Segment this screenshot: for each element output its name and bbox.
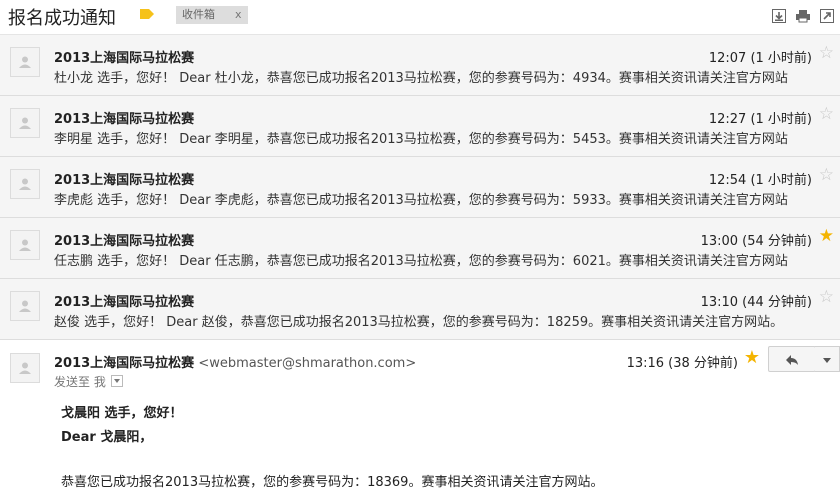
inbox-label-chip: 收件箱 x bbox=[176, 6, 248, 24]
message-sender: 2013上海国际马拉松赛 bbox=[54, 234, 195, 249]
message-snippet: 李虎彪 选手，您好！ Dear 李虎彪，恭喜您已成功报名2013马拉松赛，您的参… bbox=[54, 193, 788, 208]
avatar bbox=[10, 47, 40, 77]
message-sender: 2013上海国际马拉松赛 bbox=[54, 295, 195, 310]
message-sender: 2013上海国际马拉松赛 bbox=[54, 112, 195, 127]
message-time: 13:16 (38 分钟前) bbox=[626, 356, 738, 371]
avatar bbox=[10, 169, 40, 199]
star-icon[interactable]: ☆ bbox=[819, 167, 834, 184]
star-icon[interactable]: ☆ bbox=[819, 106, 834, 123]
body-dear: Dear 戈晨阳， bbox=[61, 430, 153, 445]
more-actions-button[interactable] bbox=[815, 346, 840, 372]
header-actions bbox=[772, 8, 834, 23]
avatar bbox=[10, 353, 40, 383]
message-snippet: 赵俊 选手，您好！ Dear 赵俊，恭喜您已成功报名2013马拉松赛，您的参赛号… bbox=[54, 315, 784, 330]
star-icon[interactable]: ★ bbox=[744, 349, 760, 367]
collapsed-message[interactable]: 2013上海国际马拉松赛 13:10 (44 分钟前) ☆ 赵俊 选手，您好！ … bbox=[0, 279, 840, 340]
sender-email: <webmaster@shmarathon.com> bbox=[198, 356, 417, 371]
message-time: 12:54 (1 小时前) bbox=[708, 173, 812, 188]
message-thread: 2013上海国际马拉松赛 12:07 (1 小时前) ☆ 杜小龙 选手，您好！ … bbox=[0, 35, 840, 340]
body-text: 恭喜您已成功报名2013马拉松赛，您的参赛号码为：18369。赛事相关资讯请关注… bbox=[61, 475, 604, 490]
sender-line: 2013上海国际马拉松赛 <webmaster@shmarathon.com> bbox=[54, 352, 416, 371]
collapsed-message[interactable]: 2013上海国际马拉松赛 12:07 (1 小时前) ☆ 杜小龙 选手，您好！ … bbox=[0, 35, 840, 96]
recipient-text: 发送至 我 bbox=[54, 375, 106, 389]
message-snippet: 任志鹏 选手，您好！ Dear 任志鹏，恭喜您已成功报名2013马拉松赛，您的参… bbox=[54, 254, 788, 269]
conversation-header: 报名成功通知 收件箱 x bbox=[0, 0, 840, 35]
collapsed-message[interactable]: 2013上海国际马拉松赛 12:27 (1 小时前) ☆ 李明星 选手，您好！ … bbox=[0, 96, 840, 157]
message-time: 12:27 (1 小时前) bbox=[708, 112, 812, 127]
collapsed-message[interactable]: 2013上海国际马拉松赛 12:54 (1 小时前) ☆ 李虎彪 选手，您好！ … bbox=[0, 157, 840, 218]
message-time: 12:07 (1 小时前) bbox=[708, 51, 812, 66]
message-time: 13:10 (44 分钟前) bbox=[700, 295, 812, 310]
remove-label-button[interactable]: x bbox=[235, 8, 242, 21]
body-greeting: 戈晨阳 选手，您好！ bbox=[61, 406, 183, 421]
message-sender: 2013上海国际马拉松赛 bbox=[54, 51, 195, 66]
label-tag-icon[interactable] bbox=[140, 8, 154, 20]
avatar bbox=[10, 230, 40, 260]
star-icon[interactable]: ☆ bbox=[819, 289, 834, 306]
reply-button[interactable] bbox=[768, 346, 816, 372]
message-time: 13:00 (54 分钟前) bbox=[700, 234, 812, 249]
print-icon[interactable] bbox=[796, 8, 810, 23]
star-icon[interactable]: ★ bbox=[819, 228, 834, 245]
recipient-line: 发送至 我 bbox=[54, 373, 123, 390]
show-details-button[interactable] bbox=[110, 375, 123, 387]
message-snippet: 李明星 选手，您好！ Dear 李明星，恭喜您已成功报名2013马拉松赛，您的参… bbox=[54, 132, 788, 147]
avatar bbox=[10, 108, 40, 138]
expanded-message: 2013上海国际马拉松赛 <webmaster@shmarathon.com> … bbox=[0, 340, 840, 490]
message-sender: 2013上海国际马拉松赛 bbox=[54, 173, 195, 188]
collapsed-message[interactable]: 2013上海国际马拉松赛 13:00 (54 分钟前) ★ 任志鹏 选手，您好！… bbox=[0, 218, 840, 279]
inbox-label-text: 收件箱 bbox=[182, 8, 215, 21]
new-window-icon[interactable] bbox=[820, 8, 834, 23]
message-snippet: 杜小龙 选手，您好！ Dear 杜小龙，恭喜您已成功报名2013马拉松赛，您的参… bbox=[54, 71, 788, 86]
conversation-subject: 报名成功通知 bbox=[8, 8, 116, 29]
sender-name[interactable]: 2013上海国际马拉松赛 bbox=[54, 356, 194, 371]
star-icon[interactable]: ☆ bbox=[819, 45, 834, 62]
download-icon[interactable] bbox=[772, 8, 786, 23]
reply-icon bbox=[786, 355, 798, 365]
avatar bbox=[10, 291, 40, 321]
